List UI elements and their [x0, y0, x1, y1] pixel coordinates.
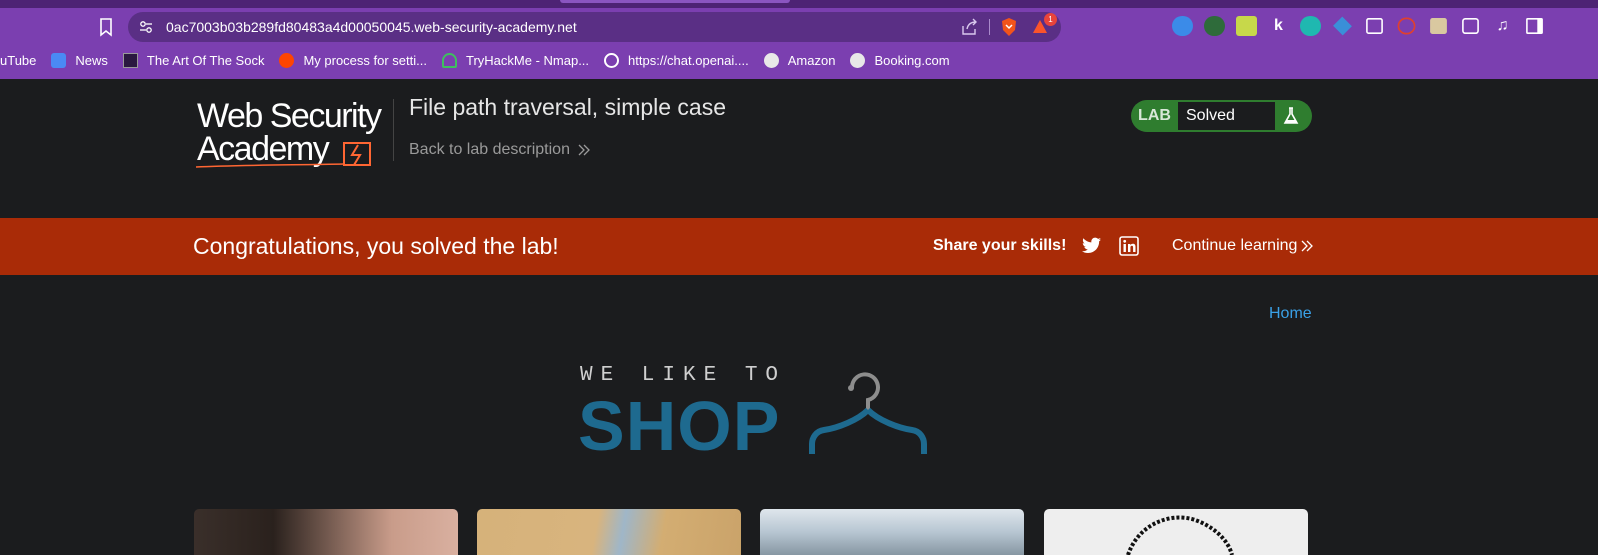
bookmark-label: Amazon	[787, 52, 836, 68]
lab-solved-banner: Congratulations, you solved the lab! Sha…	[0, 218, 1598, 275]
congratulations-message: Congratulations, you solved the lab!	[193, 233, 559, 259]
bookmark-label: TryHackMe - Nmap...	[466, 52, 590, 68]
sock-site-icon	[122, 52, 138, 68]
shop-logo-word: SHOP	[578, 387, 781, 465]
bookmark-label: The Art Of The Sock	[146, 52, 265, 68]
globe-icon	[850, 52, 866, 68]
address-bar[interactable]: 0ac7003b03b289fd80483a4d00050045.web-sec…	[128, 12, 1061, 42]
picture-in-picture-icon[interactable]	[1366, 18, 1383, 34]
share-skills-label: Share your skills!	[933, 237, 1067, 254]
header-divider	[393, 99, 394, 161]
product-sketch-graphic	[1126, 515, 1234, 555]
double-chevron-right-icon	[578, 144, 590, 156]
tryhackme-icon	[442, 52, 457, 68]
double-chevron-right-icon	[1301, 240, 1314, 252]
bookmark-art-of-the-sock[interactable]: The Art Of The Sock	[122, 52, 265, 68]
continue-learning-link[interactable]: Continue learning	[1172, 237, 1314, 255]
extension-m-icon[interactable]	[1300, 16, 1321, 36]
bookmark-label: My process for setti...	[303, 52, 427, 68]
bookmark-booking[interactable]: Booking.com	[850, 52, 950, 68]
bookmark-news[interactable]: News	[51, 52, 108, 68]
media-music-icon[interactable]: ♫	[1492, 16, 1513, 36]
brave-shields-icon[interactable]	[1000, 17, 1018, 37]
extensions-puzzle-icon[interactable]	[1462, 18, 1479, 34]
lab-title: File path traversal, simple case	[409, 94, 727, 120]
bookmark-amazon[interactable]: Amazon	[763, 52, 836, 68]
bookmark-chatgpt[interactable]: https://chat.openai....	[604, 52, 749, 68]
lab-header: Web Security Academy File path traversal…	[0, 79, 1598, 218]
bookmark-label: Booking.com	[874, 52, 950, 68]
back-link-label: Back to lab description	[409, 141, 570, 158]
product-image-1[interactable]	[194, 509, 458, 555]
web-security-academy-logo[interactable]: Web Security Academy	[194, 99, 394, 171]
shop-logo-tagline: WE LIKE TO	[580, 364, 787, 387]
globe-icon	[763, 52, 779, 68]
lab-status-badge: LAB Solved	[1131, 100, 1312, 132]
address-bar-divider	[989, 19, 990, 35]
home-link[interactable]: Home	[1269, 305, 1312, 323]
extension-cards-icon[interactable]	[1430, 18, 1447, 34]
notification-badge: 1	[1044, 13, 1057, 26]
bookmark-youtube[interactable]: uTube	[0, 53, 36, 68]
bookmark-label: https://chat.openai....	[628, 52, 749, 68]
bookmark-label: News	[75, 52, 108, 68]
product-grid	[194, 509, 1308, 555]
bookmarks-bar: uTube News The Art Of The Sock My proces…	[0, 48, 965, 72]
bookmark-page-icon[interactable]	[96, 16, 116, 38]
extension-toolbar: k ♫	[1172, 16, 1545, 36]
extension-k-icon[interactable]: k	[1268, 16, 1289, 36]
lab-tag: LAB	[1138, 107, 1171, 124]
share-icon[interactable]	[960, 18, 978, 36]
flask-icon	[1283, 107, 1299, 124]
lab-status-text: Solved	[1178, 102, 1275, 130]
linkedin-icon[interactable]	[1119, 236, 1139, 256]
bookmark-tryhackme[interactable]: TryHackMe - Nmap...	[442, 52, 590, 68]
extension-image-icon[interactable]	[1236, 16, 1257, 36]
reddit-icon	[279, 52, 295, 68]
product-image-2[interactable]	[477, 509, 741, 555]
twitter-icon[interactable]	[1082, 237, 1102, 255]
bookmark-label: uTube	[0, 52, 37, 68]
product-image-4[interactable]	[1044, 509, 1308, 555]
extension-glasses-icon[interactable]	[1204, 16, 1225, 36]
product-image-3[interactable]	[760, 509, 1024, 555]
active-tab-edge[interactable]	[560, 0, 790, 3]
clothes-hanger-icon	[809, 372, 927, 454]
extension-doc-icon[interactable]	[1172, 16, 1193, 36]
logo-bolt-icon	[195, 142, 371, 168]
browser-chrome: 0ac7003b03b289fd80483a4d00050045.web-sec…	[0, 0, 1598, 79]
back-to-lab-description-link[interactable]: Back to lab description	[409, 141, 591, 159]
news-icon	[51, 52, 67, 68]
sidebar-toggle-icon[interactable]	[1526, 18, 1543, 34]
extension-record-icon[interactable]	[1397, 17, 1416, 35]
extension-diamond-icon[interactable]	[1333, 16, 1352, 36]
url-text[interactable]: 0ac7003b03b289fd80483a4d00050045.web-sec…	[166, 19, 577, 35]
logo-line-1: Web Security	[197, 97, 382, 135]
bookmark-my-process[interactable]: My process for setti...	[279, 52, 427, 68]
site-settings-icon[interactable]	[138, 19, 154, 35]
we-like-to-shop-logo: WE LIKE TO SHOP	[578, 362, 928, 465]
continue-learning-label: Continue learning	[1172, 237, 1298, 254]
openai-icon	[604, 52, 620, 68]
tab-strip	[0, 0, 1598, 8]
